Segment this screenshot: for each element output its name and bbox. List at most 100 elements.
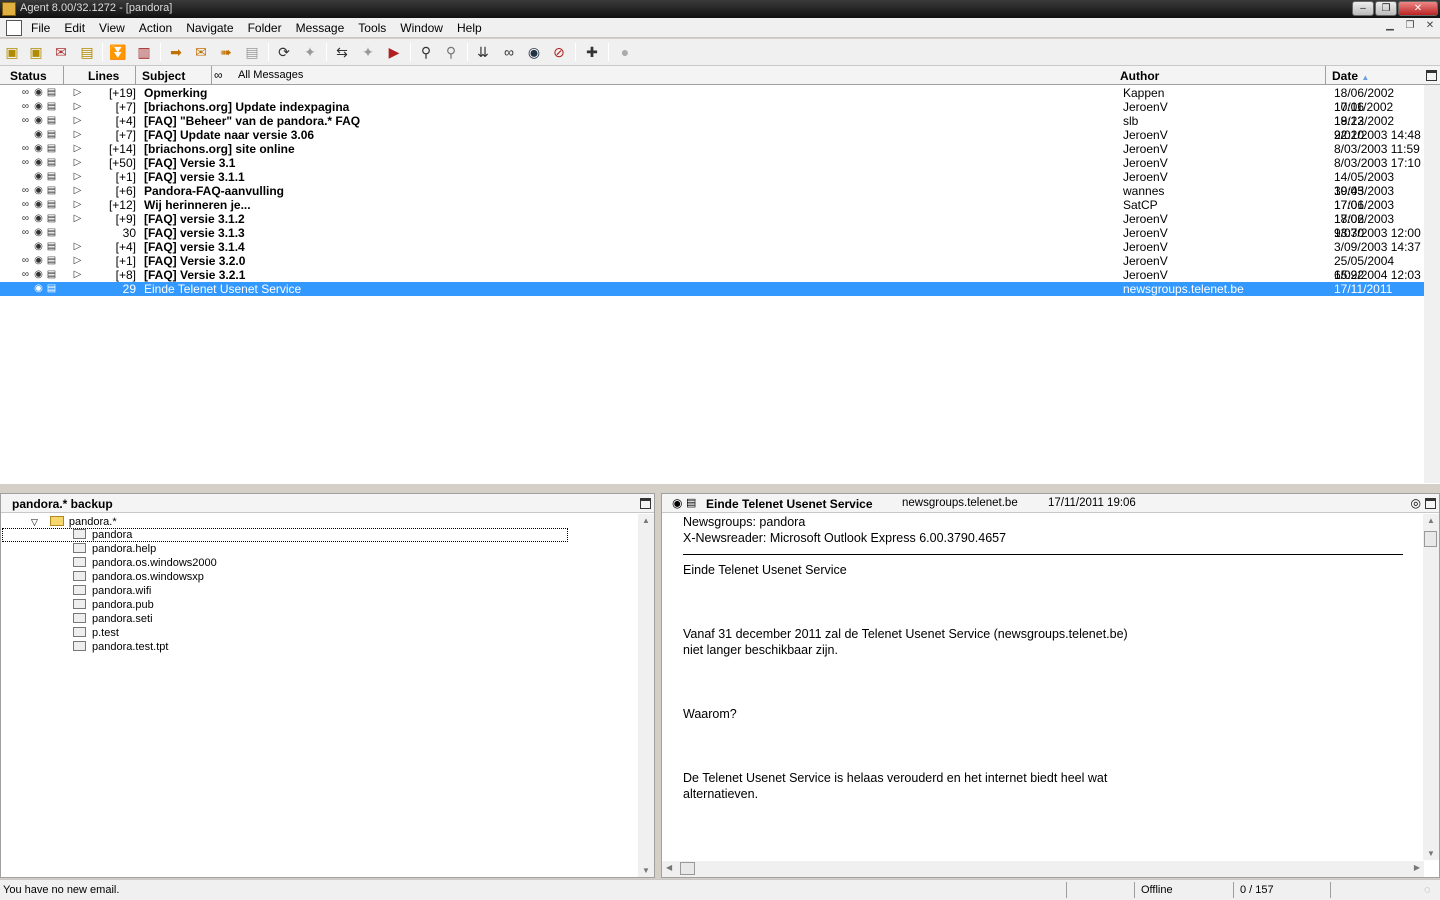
menu-file[interactable]: File xyxy=(24,18,57,38)
menu-action[interactable]: Action xyxy=(132,18,179,38)
forward-icon[interactable]: ➠ xyxy=(216,42,236,62)
watch-icon[interactable]: ∞ xyxy=(499,42,519,62)
message-row[interactable]: ◉ ▤ ▷ [+7] [FAQ] Update naar versie 3.06 Jero… xyxy=(0,128,1424,142)
menu-window[interactable]: Window xyxy=(393,18,450,38)
child-restore-button[interactable]: ❐ xyxy=(1402,20,1418,35)
delete-icon[interactable]: ▥ xyxy=(134,42,154,62)
menu-folder[interactable]: Folder xyxy=(241,18,289,38)
newsgroup-item[interactable]: pandora.seti xyxy=(73,613,153,625)
ignore-icon[interactable]: ⊘ xyxy=(549,42,569,62)
maximize-pane-icon[interactable] xyxy=(1426,70,1437,81)
column-status[interactable]: Status xyxy=(0,66,64,85)
column-author[interactable]: Author xyxy=(1114,66,1326,85)
message-row[interactable]: ∞ ◉ ▤ ▷ [+50] [FAQ] Versie 3.1 JeroenV 8/03/200… xyxy=(0,156,1424,170)
menu-view[interactable]: View xyxy=(92,18,132,38)
message-scrollbar[interactable]: ▲ ▼ xyxy=(1423,514,1439,860)
newsgroup-item[interactable]: pandora.help xyxy=(73,543,156,555)
scroll-down-icon[interactable]: ▼ xyxy=(1427,849,1435,858)
watch-filter-icon[interactable]: ∞ xyxy=(214,68,223,82)
post-icon[interactable]: ✉ xyxy=(51,42,71,62)
column-subject[interactable]: Subject xyxy=(136,66,212,85)
previous-icon[interactable]: ⇆ xyxy=(332,42,352,62)
status-icons: ◉ ▤ xyxy=(20,282,80,296)
tree-root[interactable]: ▽ pandora.* xyxy=(31,516,117,528)
options-icon[interactable]: ◎ xyxy=(1411,496,1421,510)
expand-threads-icon[interactable]: ⇊ xyxy=(473,42,493,62)
expand-icon[interactable]: ▽ xyxy=(31,517,38,527)
get-new-messages-icon[interactable]: ▣ xyxy=(26,42,46,62)
message-hscrollbar[interactable]: ◀ ▶ xyxy=(662,861,1424,877)
newsgroup-item[interactable]: p.test xyxy=(73,627,119,639)
minimize-button[interactable]: ‒ xyxy=(1352,1,1374,16)
message-row[interactable]: ∞ ◉ ▤ ▷ [+8] [FAQ] Versie 3.2.1 JeroenV 6/09/20… xyxy=(0,268,1424,282)
status-icons: ∞ ◉ ▤ ▷ xyxy=(20,198,82,212)
message-row[interactable]: ∞ ◉ ▤ ▷ [+1] [FAQ] Versie 3.2.0 JeroenV 25/05/2… xyxy=(0,254,1424,282)
scroll-thumb[interactable] xyxy=(1424,531,1437,547)
message-row[interactable]: ∞ ◉ ▤ ▷ [+4] [FAQ] "Beheer" van de pandora.* … xyxy=(0,114,1424,142)
status-bar: You have no new email. Offline 0 / 157 ◌ xyxy=(0,879,1440,900)
message-row[interactable]: ∞ ◉ ▤ ▷ [+7] [briachons.org] Update indexpagi… xyxy=(0,100,1424,128)
hscroll-thumb[interactable] xyxy=(680,862,695,875)
scroll-down-icon[interactable]: ▼ xyxy=(642,866,650,875)
newsgroup-item[interactable]: pandora.test.tpt xyxy=(73,641,168,653)
lock-icon[interactable]: ◉ xyxy=(524,42,544,62)
column-lines[interactable]: Lines xyxy=(64,66,136,85)
menu-message[interactable]: Message xyxy=(289,18,352,38)
reply-icon[interactable]: ✉ xyxy=(191,42,211,62)
message-row[interactable]: ∞ ◉ ▤ ▷ [+6] Pandora-FAQ-aanvulling wannes 30/0… xyxy=(0,184,1424,212)
scroll-up-icon[interactable]: ▲ xyxy=(642,516,650,525)
lock-icon: ◉ xyxy=(34,143,43,154)
message-subject: [FAQ] Update naar versie 3.06 xyxy=(144,128,315,142)
newsgroup-item[interactable]: pandora.os.windows2000 xyxy=(73,557,217,569)
find-next-icon[interactable]: ⚲ xyxy=(441,42,461,62)
filter-icon[interactable]: ⏬ xyxy=(108,42,128,62)
newsgroup-item[interactable]: pandora.wifi xyxy=(73,585,151,597)
mark-icon[interactable]: ▶ xyxy=(384,42,404,62)
pane-splitter[interactable] xyxy=(0,483,1440,493)
stop-icon[interactable]: ● xyxy=(615,42,635,62)
message-row[interactable]: ◉ ▤ ▷ [+1] [FAQ] versie 3.1.1 JeroenV 14/05/20… xyxy=(0,170,1424,198)
close-button[interactable]: ✕ xyxy=(1398,1,1438,16)
resize-grip-icon[interactable]: ◌ xyxy=(1424,884,1431,896)
child-close-button[interactable]: ✕ xyxy=(1422,20,1438,35)
newsgroup-item[interactable]: pandora.pub xyxy=(73,599,154,611)
newsgroup-item[interactable]: pandora xyxy=(2,528,568,542)
newsgroup-item[interactable]: pandora.os.windowsxp xyxy=(73,571,204,583)
message-row[interactable]: ∞ ◉ ▤ 30 [FAQ] versie 3.1.3 JeroenV 9/07/2003 … xyxy=(0,226,1424,240)
get-new-headers-icon[interactable]: ▣ xyxy=(2,42,22,62)
scroll-up-icon[interactable]: ▲ xyxy=(1427,516,1435,525)
column-date[interactable]: Date ▲ xyxy=(1326,66,1424,85)
new-message-icon[interactable]: ➡ xyxy=(166,42,186,62)
menu-navigate[interactable]: Navigate xyxy=(179,18,240,38)
document-icon[interactable] xyxy=(6,20,22,36)
filter-label[interactable]: All Messages xyxy=(238,69,303,81)
window-title: Agent 8.00/32.1272 - [pandora] xyxy=(20,2,173,14)
scroll-right-icon[interactable]: ▶ xyxy=(1414,863,1420,872)
message-row[interactable]: ∞ ◉ ▤ ▷ [+19] Opmerking Kappen 18/06/2002 10:06 xyxy=(0,86,1424,114)
menu-tools[interactable]: Tools xyxy=(351,18,393,38)
message-list-scrollbar[interactable] xyxy=(1424,85,1440,483)
menu-help[interactable]: Help xyxy=(450,18,489,38)
maximize-pane-icon[interactable] xyxy=(1425,498,1436,509)
thread-collapsed-icon: ▷ xyxy=(73,199,82,210)
lock-icon: ◉ xyxy=(34,199,43,210)
scroll-left-icon[interactable]: ◀ xyxy=(666,863,672,872)
maximize-button[interactable]: ❐ xyxy=(1375,1,1397,16)
next-icon[interactable]: ✦ xyxy=(358,42,378,62)
message-row[interactable]: ∞ ◉ ▤ ▷ [+14] [briachons.org] site online Jero… xyxy=(0,142,1424,156)
message-row[interactable]: ◉ ▤ 29 Einde Telenet Usenet Service newsgrou… xyxy=(0,282,1424,310)
tag-icon[interactable]: ✦ xyxy=(300,42,320,62)
message-row[interactable]: ∞ ◉ ▤ ▷ [+12] Wij herinneren je... SatCP 17/06/… xyxy=(0,198,1424,226)
search-icon[interactable]: ⚲ xyxy=(416,42,436,62)
followup-icon[interactable]: ▤ xyxy=(242,42,262,62)
newsgroup-label: pandora.help xyxy=(92,543,157,555)
menu-edit[interactable]: Edit xyxy=(57,18,92,38)
send-icon[interactable]: ▤ xyxy=(77,42,97,62)
settings-icon[interactable]: ✚ xyxy=(582,42,602,62)
maximize-pane-icon[interactable] xyxy=(640,498,651,509)
message-row[interactable]: ◉ ▤ ▷ [+4] [FAQ] versie 3.1.4 JeroenV 3/09/200… xyxy=(0,240,1424,254)
child-minimize-button[interactable]: ▁ xyxy=(1382,20,1398,35)
folder-scrollbar[interactable]: ▲ ▼ xyxy=(638,514,654,877)
refresh-icon[interactable]: ⟳ xyxy=(274,42,294,62)
message-row[interactable]: ∞ ◉ ▤ ▷ [+9] [FAQ] versie 3.1.2 JeroenV 18/06/2… xyxy=(0,212,1424,240)
